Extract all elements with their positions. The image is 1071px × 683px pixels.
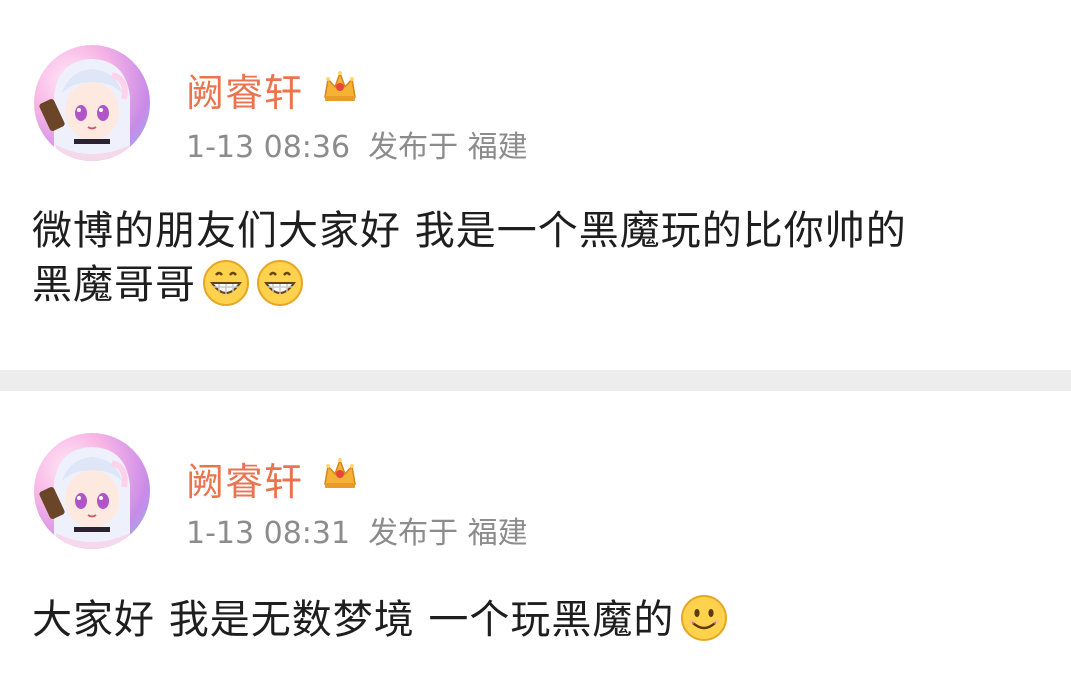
crown-icon [324, 457, 356, 488]
post-divider [0, 370, 1071, 391]
post-content: 微博的朋友们大家好 我是一个黑魔玩的比你帅的 黑魔哥哥 [32, 204, 1032, 312]
post-text-line: 微博的朋友们大家好 我是一个黑魔玩的比你帅的 [32, 208, 907, 254]
grin-emoji-icon [257, 260, 303, 306]
grin-emoji-icon [203, 260, 249, 306]
post-meta: 1-13 08:36 发布于 福建 [186, 122, 528, 166]
post-content: 大家好 我是无数梦境 一个玩黑魔的 [32, 593, 1032, 647]
post-location: 发布于 福建 [368, 130, 528, 165]
avatar[interactable] [34, 45, 150, 161]
weibo-post: 阙睿轩 1-13 08:31 发布于 福建 大家好 我是无数梦境 一个玩黑魔的 [0, 391, 1071, 683]
post-text-line: 黑魔哥哥 [32, 262, 196, 308]
username[interactable]: 阙睿轩 [186, 451, 303, 506]
post-text-line-wrap: 大家好 我是无数梦境 一个玩黑魔的 [32, 593, 1032, 647]
smile-emoji-icon [681, 595, 728, 641]
avatar[interactable] [34, 433, 150, 549]
weibo-post: 阙睿轩 1-13 08:36 发布于 福建 微博的朋友们大家好 我是一个黑魔玩的比… [0, 0, 1071, 370]
crown-icon [324, 70, 356, 101]
post-location: 发布于 福建 [368, 516, 528, 551]
post-time: 1-13 08:36 [186, 130, 351, 165]
post-text-line: 大家好 我是无数梦境 一个玩黑魔的 [32, 597, 675, 643]
post-meta: 1-13 08:31 发布于 福建 [186, 508, 528, 552]
post-time: 1-13 08:31 [186, 516, 351, 551]
post-text-line-wrap: 黑魔哥哥 [32, 258, 1032, 312]
username[interactable]: 阙睿轩 [186, 62, 303, 117]
